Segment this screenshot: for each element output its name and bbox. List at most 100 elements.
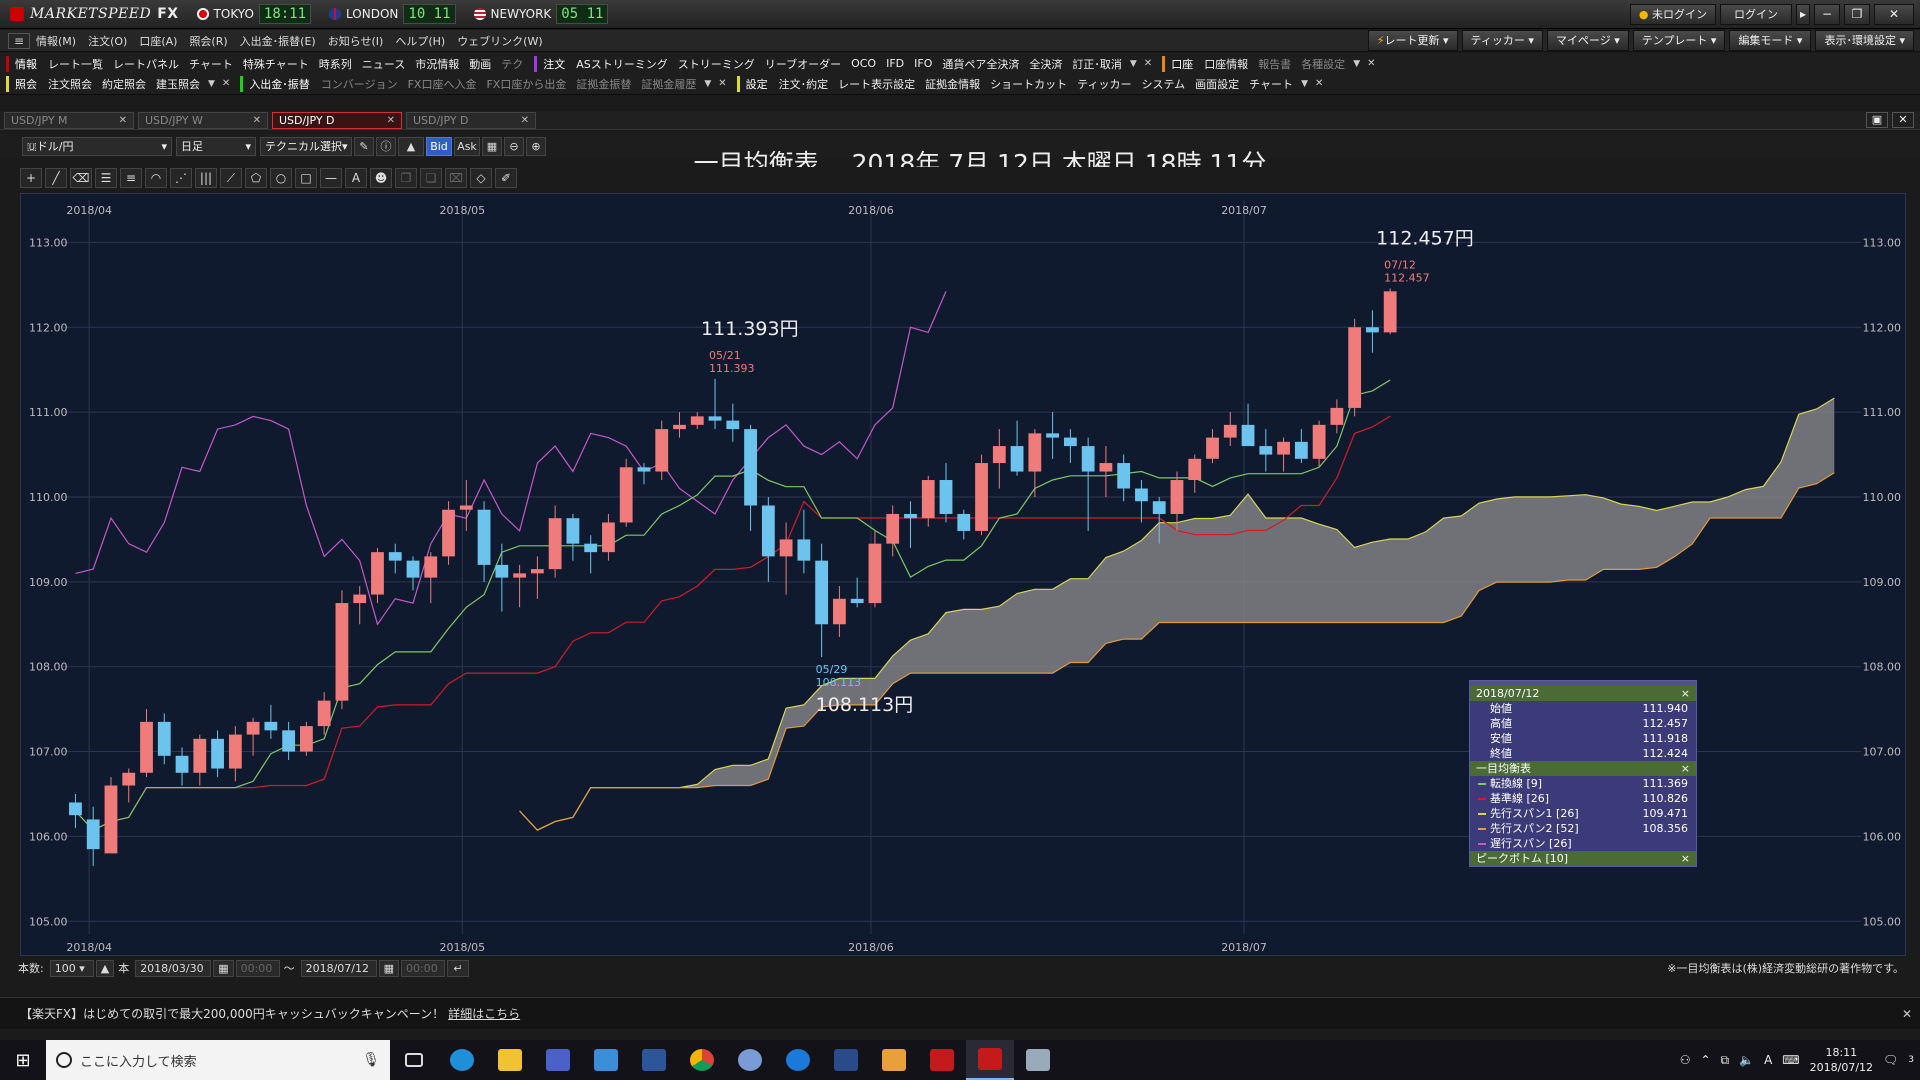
- emoji-app-icon[interactable]: [870, 1040, 918, 1080]
- horizontal-lines-icon[interactable]: ☰: [95, 168, 117, 188]
- restore-button[interactable]: ❐: [1844, 3, 1870, 25]
- menu-info[interactable]: 情報(M): [30, 33, 82, 49]
- volume-icon[interactable]: 🔈: [1739, 1053, 1754, 1067]
- pen-icon[interactable]: ✎: [354, 136, 374, 156]
- expand-icon[interactable]: ▸: [1796, 3, 1810, 25]
- taskbar-search[interactable]: ここに入力して検索 🎙: [46, 1040, 390, 1080]
- tool-margin-history[interactable]: 証拠金履歴: [636, 76, 701, 92]
- calendar-icon[interactable]: ▦: [213, 959, 234, 977]
- marketspeed-fx-active-icon[interactable]: [966, 1040, 1014, 1080]
- to-date-input[interactable]: 2018/07/12: [300, 959, 377, 977]
- taskbar-clock[interactable]: 18:11 2018/07/12: [1810, 1045, 1873, 1075]
- close-icon[interactable]: ✕: [1363, 58, 1379, 69]
- close-icon[interactable]: ×: [1681, 761, 1690, 776]
- task-view-icon[interactable]: [390, 1040, 438, 1080]
- pentagon-icon[interactable]: ⬠: [245, 168, 267, 188]
- tool-technical[interactable]: テク: [496, 56, 528, 72]
- count-stepper[interactable]: ▲: [95, 959, 115, 977]
- maximize-panel-icon[interactable]: ▣: [1866, 112, 1888, 128]
- tool-system[interactable]: システム: [1137, 76, 1191, 92]
- close-icon[interactable]: ✕: [119, 115, 127, 126]
- tab-usdjpy-m[interactable]: USD/JPY M ✕: [4, 111, 134, 129]
- enter-icon[interactable]: ↵: [447, 959, 469, 977]
- zoom-in-icon[interactable]: ⊕: [526, 136, 546, 156]
- tool-report[interactable]: 報告書: [1253, 56, 1296, 72]
- calculator-icon[interactable]: [534, 1040, 582, 1080]
- close-panel-icon[interactable]: ✕: [1892, 112, 1914, 128]
- toolbar-group-deposit[interactable]: 入出金･振替: [240, 75, 316, 92]
- ime-indicator[interactable]: A: [1764, 1053, 1772, 1067]
- area-chart-icon[interactable]: ▲: [398, 136, 424, 156]
- fibonacci-arc-icon[interactable]: ◠: [145, 168, 167, 188]
- chevron-down-icon[interactable]: ▼: [1127, 59, 1140, 69]
- zoom-out-icon[interactable]: ⊖: [504, 136, 524, 156]
- file-explorer-icon[interactable]: [486, 1040, 534, 1080]
- erase-all-icon[interactable]: ◇: [470, 168, 492, 188]
- tool-pair-settle-all[interactable]: 通貨ペア全決済: [937, 56, 1024, 72]
- tool-execution-inquiry[interactable]: 約定照会: [97, 76, 151, 92]
- app-window-icon[interactable]: [582, 1040, 630, 1080]
- windows-start-icon[interactable]: ⊞: [0, 1040, 46, 1080]
- chrome-icon[interactable]: [678, 1040, 726, 1080]
- hline-icon[interactable]: —: [320, 168, 342, 188]
- close-icon[interactable]: ×: [1681, 851, 1690, 866]
- tool-chart[interactable]: チャート: [184, 56, 238, 72]
- chevron-up-icon[interactable]: ⌃: [1700, 1053, 1710, 1067]
- tool-shortcut[interactable]: ショートカット: [985, 76, 1072, 92]
- tool-rate-panel[interactable]: レートパネル: [108, 56, 184, 72]
- screenshot-icon[interactable]: ▦: [482, 136, 502, 156]
- menu-order[interactable]: 注文(O): [82, 33, 133, 49]
- tool-oco[interactable]: OCO: [846, 57, 881, 70]
- close-icon[interactable]: ✕: [1140, 58, 1156, 69]
- edit-mode-button[interactable]: 編集モード ▾: [1729, 30, 1812, 51]
- delete-icon[interactable]: ⌧: [445, 168, 467, 188]
- microphone-icon[interactable]: 🎙: [362, 1052, 380, 1068]
- tool-video[interactable]: 動画: [464, 56, 496, 72]
- tool-rate-list[interactable]: レート一覧: [43, 56, 108, 72]
- menu-weblink[interactable]: ウェブリンク(W): [451, 33, 548, 49]
- from-date-input[interactable]: 2018/03/30: [135, 959, 212, 977]
- template-button[interactable]: テンプレート ▾: [1632, 30, 1726, 51]
- fan-icon[interactable]: ⋰: [170, 168, 192, 188]
- photos-icon[interactable]: [1014, 1040, 1062, 1080]
- technical-select[interactable]: テクニカル選択 ▾: [260, 136, 352, 156]
- banner-link[interactable]: 詳細はこちら: [448, 1005, 520, 1022]
- crosshair-icon[interactable]: +: [20, 168, 42, 188]
- tool-amend-cancel[interactable]: 訂正･取消: [1067, 56, 1127, 72]
- tab-usdjpy-d[interactable]: USD/JPY D ✕: [406, 111, 536, 129]
- menu-inquiry[interactable]: 照会(R): [183, 33, 233, 49]
- tool-market-info[interactable]: 市況情報: [410, 56, 464, 72]
- tool-screen-settings[interactable]: 画面設定: [1190, 76, 1244, 92]
- tool-time-series[interactable]: 時系列: [314, 56, 357, 72]
- close-icon[interactable]: ×: [1681, 686, 1690, 701]
- paint-icon[interactable]: [726, 1040, 774, 1080]
- close-icon[interactable]: ✕: [1311, 78, 1327, 89]
- tool-news[interactable]: ニュース: [357, 56, 410, 72]
- close-button[interactable]: ✕: [1874, 3, 1914, 25]
- close-icon[interactable]: ✕: [521, 115, 529, 126]
- eraser-icon[interactable]: ⌫: [70, 168, 92, 188]
- close-icon[interactable]: ✕: [253, 115, 261, 126]
- close-icon[interactable]: ✕: [218, 78, 234, 89]
- tab-usdjpy-w[interactable]: USD/JPY W ✕: [138, 111, 268, 129]
- tool-order-execution[interactable]: 注文･約定: [774, 76, 834, 92]
- close-icon[interactable]: ✕: [714, 78, 730, 89]
- tool-as-streaming[interactable]: ASストリーミング: [571, 56, 673, 72]
- tool-special-chart[interactable]: 特殊チャート: [238, 56, 314, 72]
- menu-notice[interactable]: お知らせ(I): [322, 33, 390, 49]
- feather-app-icon[interactable]: [822, 1040, 870, 1080]
- icon-stamp-icon[interactable]: ☻: [370, 168, 392, 188]
- menu-account[interactable]: 口座(A): [133, 33, 183, 49]
- mypage-button[interactable]: マイページ ▾: [1546, 30, 1629, 51]
- tab-usdjpy-d-active[interactable]: USD/JPY D ✕: [272, 111, 402, 129]
- close-icon[interactable]: ✕: [1902, 1007, 1912, 1021]
- menu-help[interactable]: ヘルプ(H): [389, 33, 451, 49]
- display-settings-button[interactable]: 表示･環境設定 ▾: [1815, 30, 1914, 51]
- toolbar-group-account[interactable]: 口座: [1162, 55, 1199, 72]
- ie-icon[interactable]: [438, 1040, 486, 1080]
- network-icon[interactable]: ⧉: [1721, 1053, 1730, 1068]
- count-select[interactable]: 100 ▾: [49, 959, 94, 977]
- to-time-input[interactable]: 00:00: [401, 959, 445, 977]
- gann-icon[interactable]: ⟋: [220, 168, 242, 188]
- keyboard-icon[interactable]: ⌨: [1782, 1053, 1799, 1067]
